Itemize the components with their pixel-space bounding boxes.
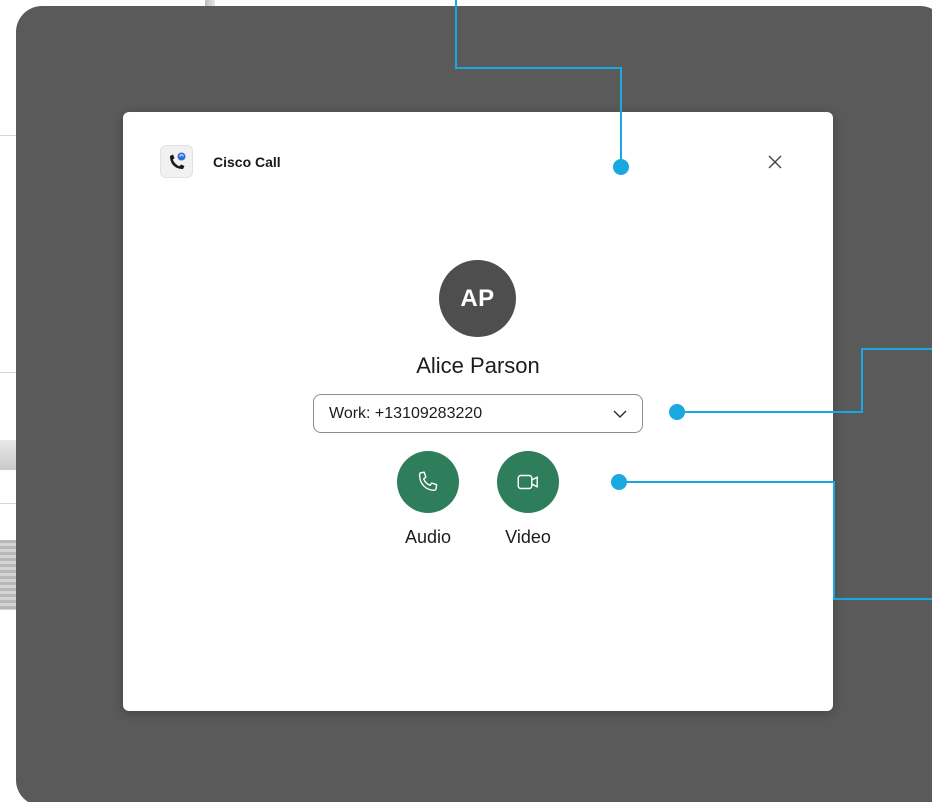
video-label: Video [505, 527, 551, 547]
selected-number: Work: +13109283220 [329, 404, 483, 422]
audio-call-button[interactable] [397, 451, 459, 513]
avatar: AP [439, 260, 516, 337]
contact-name: Alice Parson [416, 353, 540, 378]
call-dialog: Cisco Call AP Alice Parson Work: +131092… [123, 112, 833, 711]
audio-label: Audio [404, 527, 452, 547]
video-call-button[interactable] [497, 451, 559, 513]
close-button[interactable] [763, 150, 787, 174]
app-title: Cisco Call [213, 154, 281, 170]
close-icon [768, 155, 782, 169]
chevron-down-icon [613, 410, 627, 419]
video-camera-icon [517, 474, 538, 490]
phone-icon [418, 471, 438, 492]
phone-icon [169, 152, 185, 169]
phone-number-dropdown[interactable]: Work: +13109283220 [313, 394, 643, 433]
app-icon [160, 145, 193, 178]
